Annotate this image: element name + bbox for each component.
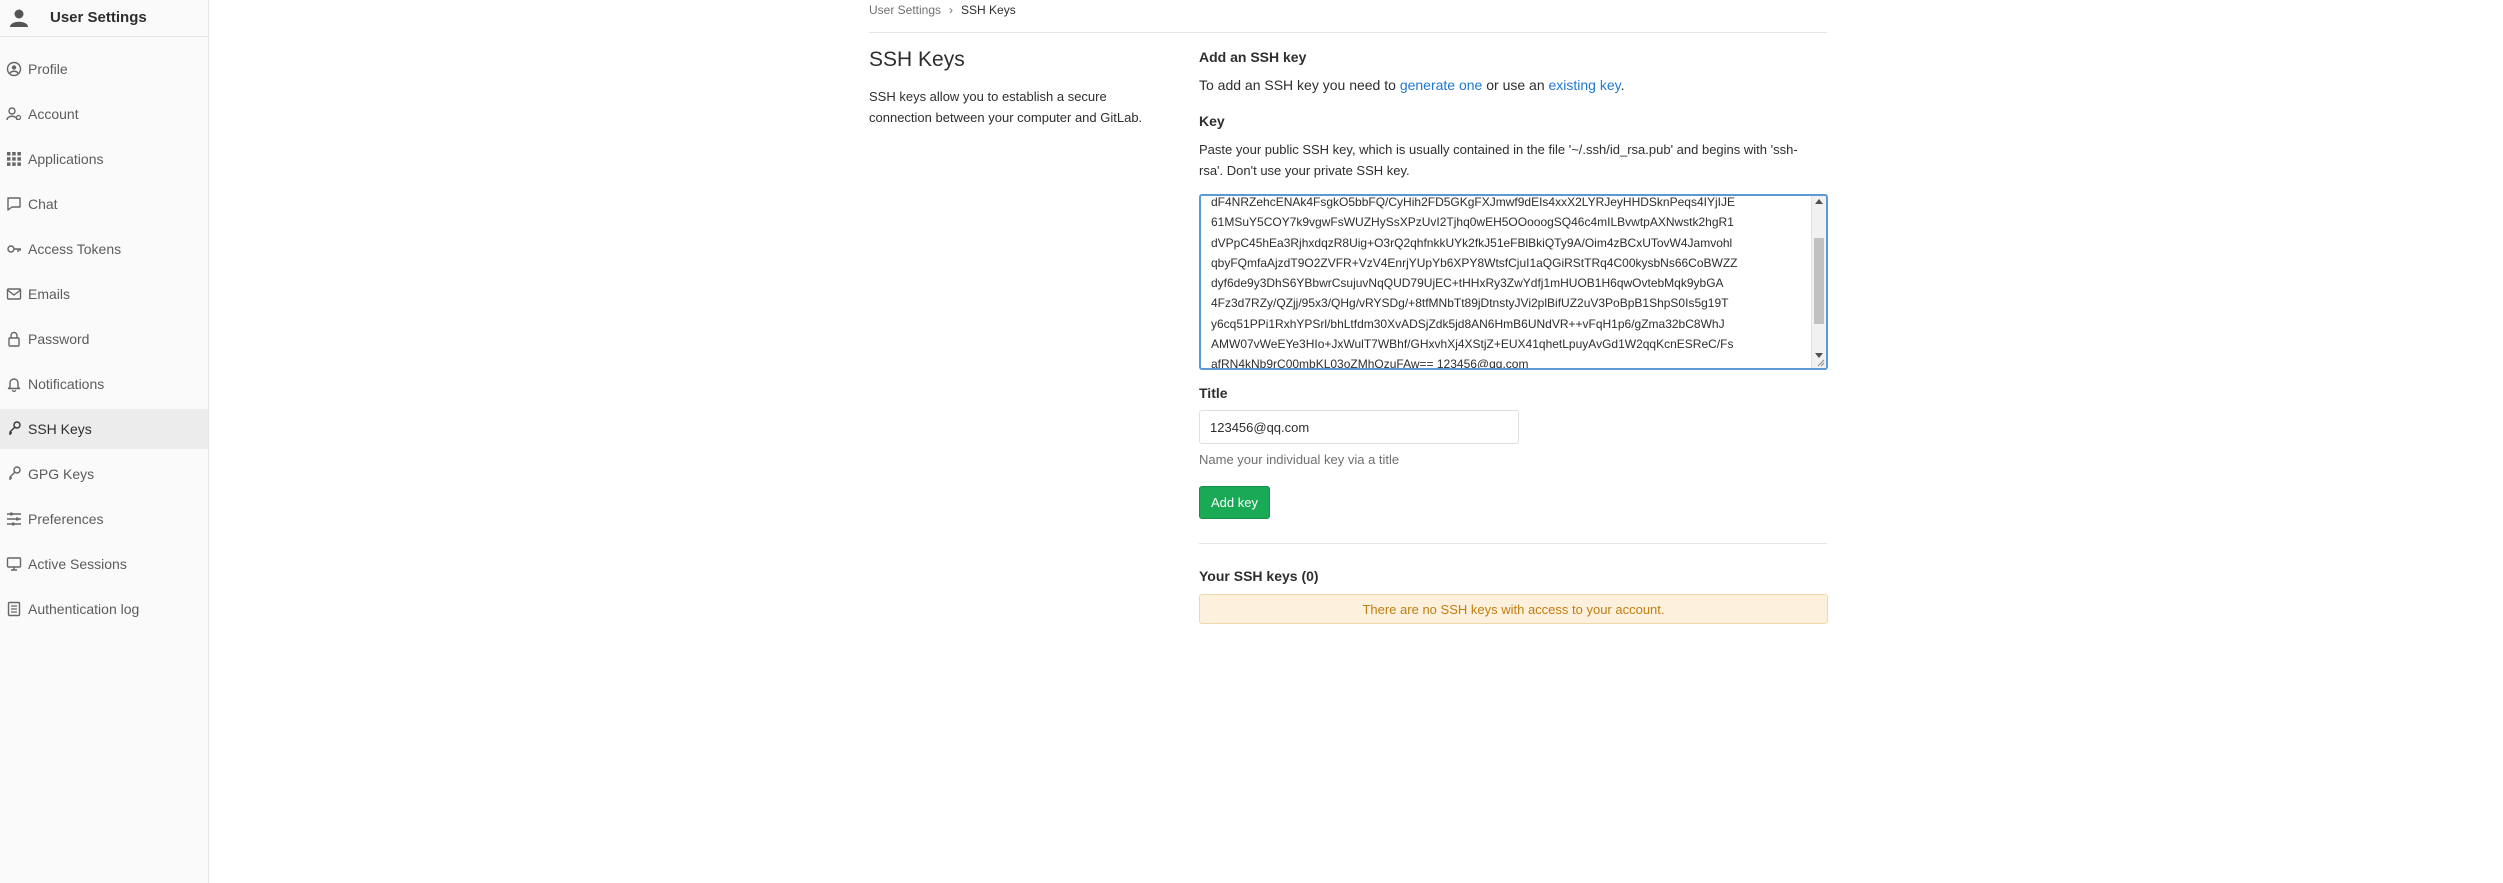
page-description: SSH keys allow you to establish a secure… [869,89,1143,125]
mail-icon [6,288,22,300]
sidebar-item-preferences[interactable]: Preferences [0,499,208,539]
sidebar-item-authentication-log[interactable]: Authentication log [0,589,208,629]
sidebar-item-label: Preferences [28,511,104,527]
add-key-intro: To add an SSH key you need to generate o… [1199,77,1625,93]
sidebar-item-applications[interactable]: Applications [0,139,208,179]
sidebar-item-profile[interactable]: Profile [0,49,208,89]
breadcrumb-parent-link[interactable]: User Settings [869,3,941,17]
add-key-heading: Add an SSH key [1199,49,1307,65]
bell-icon [7,378,21,392]
sidebar-item-label: Authentication log [28,601,140,617]
sidebar-item-account[interactable]: Account [0,94,208,134]
empty-keys-message: There are no SSH keys with access to you… [1199,594,1828,624]
generate-one-link[interactable]: generate one [1400,77,1483,93]
existing-key-link[interactable]: existing key [1549,77,1621,93]
key-field-help: Paste your public SSH key, which is usua… [1199,142,1798,178]
section-divider [1199,543,1827,544]
ssh-keys-list-heading: Your SSH keys (0) [1199,568,1319,584]
intro-prefix: To add an SSH key you need to [1199,77,1400,93]
key-textarea[interactable]: dF4NRZehcENAk4FsgkO5bbFQ/CyHih2FD5GKgFXJ… [1199,194,1828,370]
sidebar-item-active-sessions[interactable]: Active Sessions [0,544,208,584]
empty-keys-text: There are no SSH keys with access to you… [1362,601,1665,617]
sidebar-item-label: Chat [28,196,58,212]
sidebar-header: User Settings [0,0,208,37]
scroll-up-arrow-icon[interactable] [1815,199,1823,204]
sidebar-item-gpg-keys[interactable]: GPG Keys [0,454,208,494]
account-icon [6,107,22,121]
sidebar-item-password[interactable]: Password [0,319,208,359]
sidebar-item-chat[interactable]: Chat [0,184,208,224]
key-icon [7,245,21,253]
gpg-key-icon [9,466,21,480]
sidebar-item-label: Notifications [28,376,105,392]
sidebar: User Settings Profile Account Applicatio… [0,0,209,883]
breadcrumb-separator-icon: › [949,3,954,17]
breadcrumb-current[interactable]: SSH Keys [961,3,1016,17]
sidebar-item-label: GPG Keys [28,466,95,482]
title-field-help: Name your individual key via a title [1199,452,1400,467]
key-field-label: Key [1199,113,1225,129]
ssh-key-icon [9,421,21,435]
sidebar-item-access-tokens[interactable]: Access Tokens [0,229,208,269]
applications-icon [7,152,21,166]
sidebar-item-label: SSH Keys [28,421,92,437]
title-field-label: Title [1199,385,1228,401]
breadcrumb: User Settings › SSH Keys [869,0,1016,20]
resize-grip-icon[interactable] [1817,359,1825,367]
lock-icon [8,331,20,347]
header-divider [869,32,1827,33]
title-input[interactable] [1199,410,1519,444]
sidebar-item-label: Active Sessions [28,556,127,572]
sidebar-title: User Settings [50,9,147,26]
user-avatar-icon [10,9,28,27]
intro-middle: or use an [1482,77,1549,93]
sidebar-item-label: Access Tokens [28,241,122,257]
monitor-icon [6,557,22,571]
intro-suffix: . [1620,77,1625,93]
sidebar-item-label: Account [28,106,79,122]
key-textarea-scrollbar[interactable] [1811,196,1826,368]
sidebar-item-label: Password [28,331,90,347]
sidebar-item-label: Profile [28,61,68,77]
sidebar-item-label: Applications [28,151,104,167]
sidebar-item-emails[interactable]: Emails [0,274,208,314]
preferences-icon [7,512,21,526]
scrollbar-thumb[interactable] [1814,238,1824,324]
page-title: SSH Keys [869,48,965,71]
log-icon [7,601,21,617]
scroll-down-arrow-icon[interactable] [1815,353,1823,358]
sidebar-item-ssh-keys[interactable]: SSH Keys [0,409,208,449]
add-key-button[interactable]: Add key [1199,486,1270,519]
key-textarea-value: dF4NRZehcENAk4FsgkO5bbFQ/CyHih2FD5GKgFXJ… [1211,195,1738,370]
sidebar-item-notifications[interactable]: Notifications [0,364,208,404]
profile-icon [6,61,22,77]
sidebar-item-label: Emails [28,286,71,302]
chat-icon [7,197,21,211]
